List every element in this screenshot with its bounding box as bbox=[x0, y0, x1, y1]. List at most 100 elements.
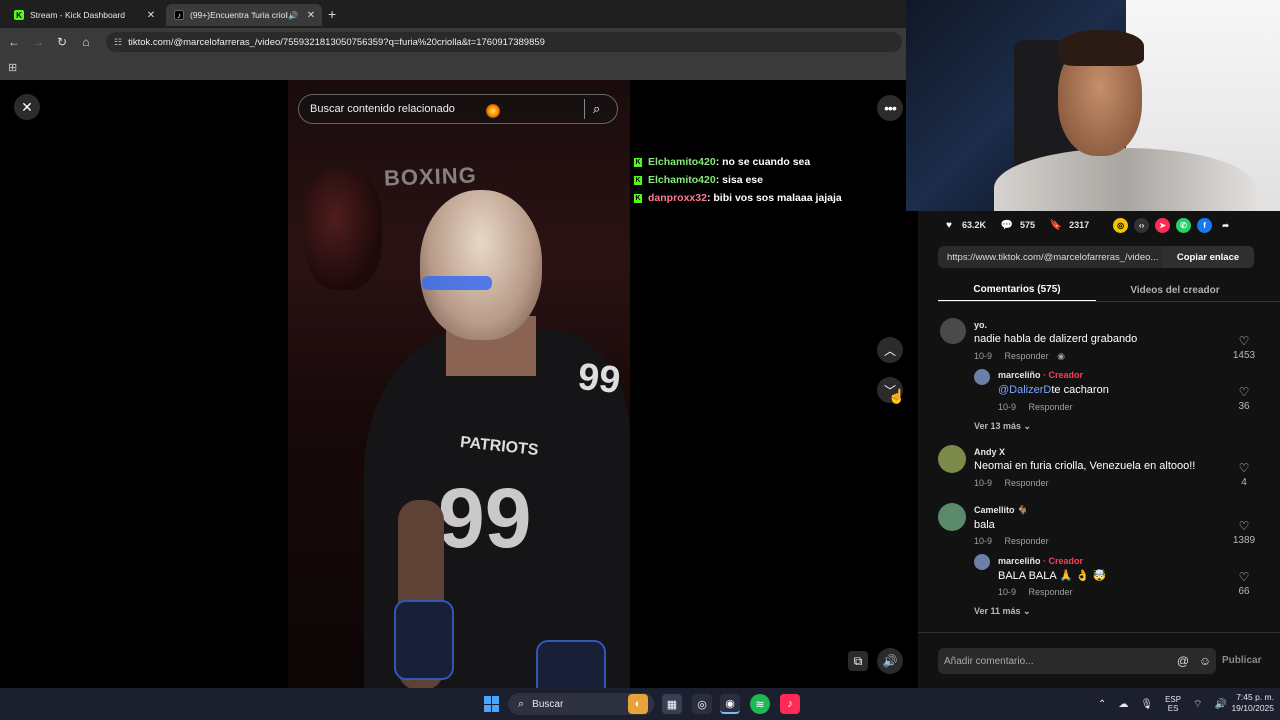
like-count: 63.2K bbox=[962, 220, 987, 230]
windows-start-icon[interactable] bbox=[484, 696, 500, 712]
punching-bag bbox=[304, 170, 382, 290]
reply-button[interactable]: Responder bbox=[1005, 478, 1049, 488]
kick-badge-icon: K bbox=[634, 157, 642, 167]
reply-button[interactable]: Responder bbox=[1005, 351, 1049, 361]
webcam-overlay bbox=[906, 0, 1280, 211]
heart-icon: ♡ bbox=[1238, 385, 1250, 399]
language-top: ESP bbox=[1165, 695, 1182, 704]
reload-icon[interactable]: ↻ bbox=[54, 34, 70, 50]
reply-button[interactable]: Responder bbox=[1029, 402, 1073, 412]
microphone-icon[interactable]: 🎙 bbox=[1140, 699, 1153, 710]
reply-button[interactable]: Responder bbox=[1005, 536, 1049, 546]
comment-like[interactable]: ♡ 1389 bbox=[1224, 519, 1264, 546]
facebook-icon[interactable]: f bbox=[1197, 217, 1213, 233]
picture-in-picture-icon[interactable]: ⧉ bbox=[848, 651, 868, 671]
mention-link[interactable]: @DalizerD bbox=[998, 384, 1051, 396]
wifi-icon[interactable]: ⌔ bbox=[1193, 698, 1202, 711]
embed-share-icon[interactable]: ◎ bbox=[1113, 217, 1129, 233]
comment-bar-divider bbox=[918, 632, 1280, 633]
like-count: 1389 bbox=[1232, 535, 1256, 546]
shirt-number: 99 bbox=[438, 471, 532, 565]
save-count: 2317 bbox=[1069, 220, 1090, 230]
comment-input[interactable]: Añadir comentario... @ ☺ bbox=[938, 648, 1216, 674]
share-link[interactable]: https://www.tiktok.com/@marcelofarreras_… bbox=[947, 252, 1162, 263]
comment-username[interactable]: yo. bbox=[974, 320, 987, 330]
copy-link-button[interactable]: Copiar enlace bbox=[1162, 246, 1254, 268]
video-actions: ♥ 63.2K 💬 575 🔖 2317 ◎ ‹› ➤ ✆ f ➦ bbox=[942, 216, 1262, 234]
mention-icon[interactable]: @ bbox=[1172, 654, 1194, 668]
close-tab-icon[interactable]: ✕ bbox=[304, 10, 318, 21]
reply-like[interactable]: ♡ 66 bbox=[1224, 570, 1264, 597]
new-tab-button[interactable]: + bbox=[328, 6, 336, 22]
avatar[interactable] bbox=[974, 369, 990, 385]
reply-username[interactable]: marceliño · Creador bbox=[998, 370, 1083, 380]
audio-icon[interactable]: 🔊 bbox=[288, 11, 298, 20]
related-search-bar[interactable]: Buscar contenido relacionado ⌕ bbox=[298, 94, 618, 124]
creator-badge: · Creador bbox=[1043, 556, 1084, 566]
tab-kick-dashboard[interactable]: K Stream - Kick Dashboard ✕ bbox=[6, 4, 162, 26]
view-more-replies[interactable]: Ver 13 más ⌄ bbox=[974, 421, 1031, 432]
code-share-icon[interactable]: ‹› bbox=[1134, 217, 1150, 233]
comment-like[interactable]: ♡ 1453 bbox=[1224, 334, 1264, 361]
chat-text: : no se cuando sea bbox=[715, 156, 811, 168]
boxing-sign: BOXING bbox=[383, 162, 478, 191]
emoji-icon[interactable]: ☺ bbox=[1194, 654, 1216, 668]
avatar[interactable] bbox=[938, 503, 966, 531]
share-link-box: https://www.tiktok.com/@marcelofarreras_… bbox=[938, 246, 1254, 268]
comment-username[interactable]: Andy X bbox=[974, 447, 1005, 457]
chat-username: danproxx32 bbox=[648, 192, 707, 204]
previous-video-button[interactable]: ︿ bbox=[877, 337, 903, 363]
kick-icon: K bbox=[14, 10, 24, 20]
back-icon[interactable]: ← bbox=[6, 34, 22, 50]
close-video-button[interactable]: ✕ bbox=[14, 94, 40, 120]
comment-username[interactable]: Camellito 🐐 bbox=[974, 505, 1028, 516]
taskbar-clock[interactable]: 7:45 p. m. 19/10/2025 bbox=[1222, 692, 1274, 714]
share-arrow-icon[interactable]: ➦ bbox=[1218, 218, 1233, 233]
search-icon[interactable]: ⌕ bbox=[593, 101, 617, 117]
chat-text: : sisa ese bbox=[715, 174, 763, 186]
cloud-icon[interactable]: ☁ bbox=[1118, 699, 1128, 710]
save-button[interactable]: 🔖 2317 bbox=[1049, 218, 1089, 232]
search-placeholder: Buscar contenido relacionado bbox=[310, 103, 455, 115]
comment-date: 10-9 bbox=[974, 478, 993, 488]
like-count: 36 bbox=[1238, 401, 1250, 412]
heart-icon: ♡ bbox=[1238, 334, 1250, 348]
close-tab-icon[interactable]: ✕ bbox=[144, 10, 158, 21]
apps-grid-icon[interactable]: ⊞ bbox=[8, 61, 17, 74]
whatsapp-icon[interactable]: ✆ bbox=[1176, 217, 1192, 233]
chrome-icon[interactable]: ◉ bbox=[720, 694, 740, 714]
view-more-replies[interactable]: Ver 11 más ⌄ bbox=[974, 606, 1031, 617]
tab-comments[interactable]: Comentarios (575) bbox=[938, 278, 1096, 302]
tab-tiktok[interactable]: ♪ (99+)Encuentra 'furia criolla' 🔊 ✕ bbox=[166, 4, 322, 26]
reply-username[interactable]: marceliño · Creador bbox=[998, 556, 1083, 566]
spotify-icon[interactable]: ≋ bbox=[750, 694, 770, 714]
tiktok-app-icon[interactable]: ♪ bbox=[780, 694, 800, 714]
chevron-up-icon[interactable]: ⌃ bbox=[1098, 699, 1106, 710]
like-button[interactable]: ♥ 63.2K bbox=[942, 218, 986, 232]
reply-like[interactable]: ♡ 36 bbox=[1224, 385, 1264, 412]
site-info-icon[interactable]: ☷ bbox=[114, 37, 122, 48]
home-icon[interactable]: ⌂ bbox=[78, 34, 94, 50]
reply-button[interactable]: Responder bbox=[1029, 587, 1073, 597]
volume-icon[interactable]: 🔊 bbox=[877, 648, 903, 674]
more-options-button[interactable]: ••• bbox=[877, 95, 903, 121]
heart-icon: ♡ bbox=[1238, 519, 1250, 533]
avatar[interactable] bbox=[940, 318, 966, 344]
heart-icon: ♡ bbox=[1238, 461, 1250, 475]
forward-icon[interactable]: → bbox=[30, 34, 46, 50]
comment-placeholder: Añadir comentario... bbox=[944, 655, 1034, 667]
avatar[interactable] bbox=[938, 445, 966, 473]
send-share-icon[interactable]: ➤ bbox=[1155, 217, 1171, 233]
video-player[interactable]: BOXING PATRIOTS 99 99 bbox=[288, 80, 630, 688]
store-icon[interactable]: ▦ bbox=[662, 694, 682, 714]
address-bar[interactable]: ☷ tiktok.com/@marcelofarreras_/video/755… bbox=[106, 32, 902, 52]
comment-button[interactable]: 💬 575 bbox=[1000, 218, 1035, 232]
github-icon[interactable]: ◎ bbox=[692, 694, 712, 714]
tab-creator-videos[interactable]: Videos del creador bbox=[1096, 278, 1254, 302]
language-indicator[interactable]: ESP ES bbox=[1165, 695, 1181, 713]
widgets-icon[interactable]: ◐ bbox=[628, 694, 648, 714]
creator-badge: · Creador bbox=[1043, 370, 1084, 380]
avatar[interactable] bbox=[974, 554, 990, 570]
comment-like[interactable]: ♡ 4 bbox=[1224, 461, 1264, 488]
publish-button[interactable]: Publicar bbox=[1222, 655, 1261, 666]
